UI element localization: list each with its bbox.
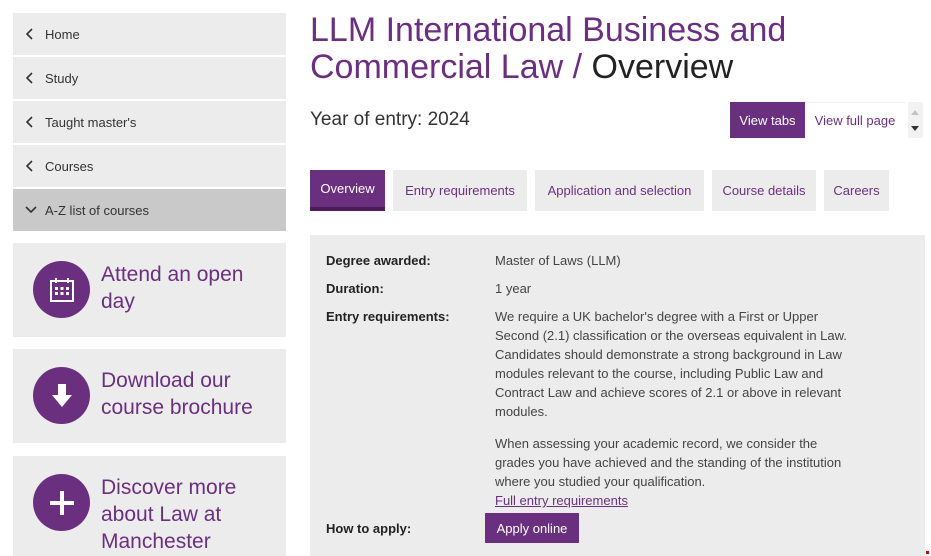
entry-line: modules. <box>495 404 548 419</box>
open-day-promo[interactable]: Attend an open day <box>13 243 286 337</box>
nav-item-label: Taught master's <box>45 114 137 130</box>
tab-careers[interactable]: Careers <box>824 170 889 211</box>
entry-requirements-text: We require a UK bachelor's degree with a… <box>495 307 870 510</box>
entry-line: modules relevant to the course, includin… <box>495 366 824 381</box>
chevron-left-icon <box>25 28 45 40</box>
entry-line: We require a UK bachelor's degree with a… <box>495 309 819 324</box>
tab-entry-requirements[interactable]: Entry requirements <box>393 170 527 211</box>
nav-item-label: A-Z list of courses <box>45 202 150 218</box>
corner-marker <box>926 551 929 554</box>
plus-icon <box>33 474 90 531</box>
nav-item-az-courses[interactable]: A-Z list of courses <box>13 189 286 231</box>
promo-text-line: about Law at <box>101 503 222 526</box>
promo-text-line: Discover more <box>101 476 237 499</box>
page-title: LLM International Business and Commercia… <box>310 12 910 86</box>
promo-text-line: Download our <box>101 369 231 392</box>
entry-line: Second (2.1) classification or the overs… <box>495 328 847 343</box>
view-tabs-button[interactable]: View tabs <box>730 102 805 138</box>
nav-item-courses[interactable]: Courses <box>13 145 286 187</box>
promo-text-line: day <box>101 290 135 313</box>
degree-value: Master of Laws (LLM) <box>495 253 621 268</box>
apply-online-button[interactable]: Apply online <box>485 513 579 543</box>
degree-label: Degree awarded: <box>326 253 431 268</box>
overview-panel: Degree awarded: Master of Laws (LLM) Dur… <box>310 235 925 556</box>
promo-text-line: course brochure <box>101 396 253 419</box>
tab-application-selection[interactable]: Application and selection <box>535 170 704 211</box>
nav-item-label: Study <box>45 70 79 86</box>
nav-item-label: Courses <box>45 158 94 174</box>
nav-item-home[interactable]: Home <box>13 13 286 55</box>
brochure-link[interactable]: Download our course brochure <box>101 367 253 421</box>
sidebar-nav: Home Study Taught master's Courses A-Z l… <box>13 13 286 233</box>
scroll-up-arrow-icon[interactable] <box>911 110 919 115</box>
calendar-icon <box>33 261 90 318</box>
tab-course-details[interactable]: Course details <box>712 170 816 211</box>
entry-line: Candidates should demonstrate a strong b… <box>495 347 842 362</box>
entry-line: Contract Law and achieve scores of 2.1 o… <box>495 385 842 400</box>
promo-text-line: Manchester <box>101 530 211 553</box>
scroll-down-arrow-icon[interactable] <box>911 126 919 131</box>
how-to-apply-label: How to apply: <box>326 521 412 536</box>
brochure-promo[interactable]: Download our course brochure <box>13 349 286 443</box>
tab-overview[interactable]: Overview <box>310 170 385 211</box>
chevron-left-icon <box>25 72 45 84</box>
duration-label: Duration: <box>326 281 384 296</box>
chevron-down-icon <box>25 205 45 215</box>
course-title-line1: LLM International Business and <box>310 11 787 49</box>
entry-requirements-label: Entry requirements: <box>326 309 450 324</box>
scrollbar[interactable] <box>908 102 923 138</box>
nav-item-study[interactable]: Study <box>13 57 286 99</box>
course-title-line2: Commercial Law <box>310 48 564 86</box>
title-separator: / <box>563 48 592 86</box>
view-full-page-button[interactable]: View full page <box>805 102 905 138</box>
chevron-left-icon <box>25 116 45 128</box>
year-of-entry: Year of entry: 2024 <box>310 109 470 130</box>
discover-law-link[interactable]: Discover more about Law at Manchester <box>101 474 236 555</box>
duration-value: 1 year <box>495 281 532 296</box>
entry-line: When assessing your academic record, we … <box>495 436 818 451</box>
nav-item-label: Home <box>45 26 80 42</box>
full-entry-requirements-link[interactable]: Full entry requirements <box>495 493 628 508</box>
discover-law-promo[interactable]: Discover more about Law at Manchester <box>13 456 286 556</box>
nav-item-taught-masters[interactable]: Taught master's <box>13 101 286 143</box>
download-arrow-icon <box>33 367 90 424</box>
entry-line: grades you have achieved and the standin… <box>495 455 842 470</box>
page-section-title: Overview <box>591 48 734 86</box>
open-day-link[interactable]: Attend an open day <box>101 261 243 315</box>
chevron-left-icon <box>25 160 45 172</box>
entry-line: where you studied your qualification. <box>495 474 706 489</box>
promo-text-line: Attend an open <box>101 263 244 286</box>
